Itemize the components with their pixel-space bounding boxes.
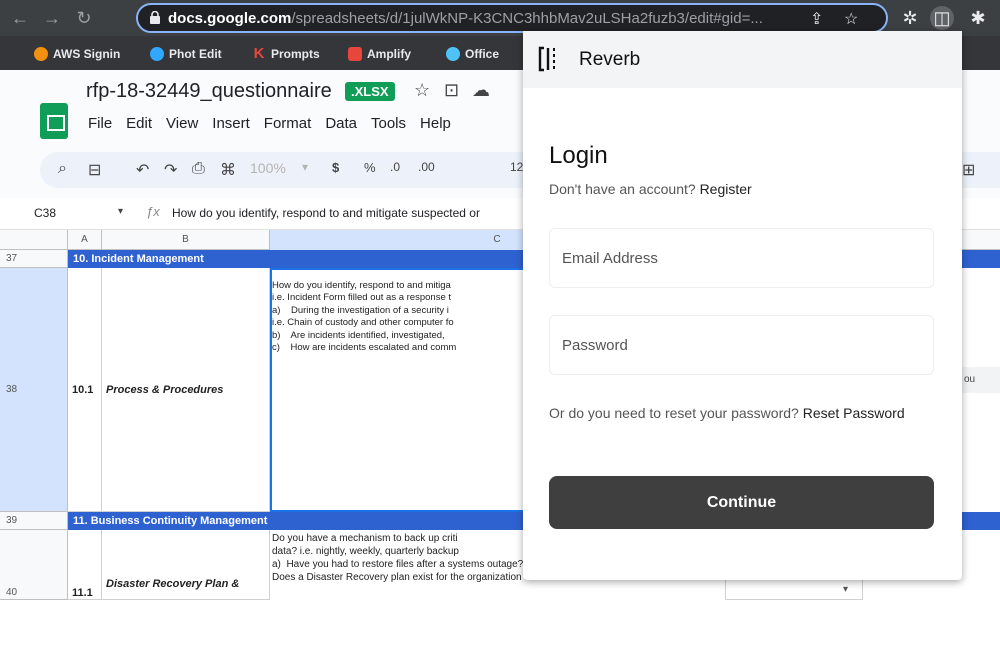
- popup-header: Reverb: [523, 31, 962, 88]
- app-name: Reverb: [579, 49, 641, 70]
- share-icon[interactable]: ⇪: [810, 9, 823, 29]
- amplify-icon: [348, 47, 362, 61]
- star-icon[interactable]: ☆: [414, 80, 430, 101]
- file-format-badge: .XLSX: [345, 82, 395, 101]
- lock-icon: [150, 11, 160, 24]
- menu-format[interactable]: Format: [264, 115, 312, 132]
- search-icon[interactable]: ⌕: [58, 160, 67, 178]
- bookmark-label: Phot Edit: [169, 47, 222, 61]
- font-size-select[interactable]: 12: [510, 160, 523, 174]
- menu-help[interactable]: Help: [420, 115, 451, 132]
- cell-label[interactable]: Disaster Recovery Plan &: [102, 530, 270, 600]
- aws-icon: [34, 47, 48, 61]
- print-icon[interactable]: ⎙: [192, 160, 205, 178]
- name-box[interactable]: C38: [34, 206, 56, 220]
- undo-icon[interactable]: ↶: [136, 160, 149, 180]
- cloud-status-icon: ☁: [472, 80, 490, 100]
- document-title[interactable]: rfp-18-32449_questionnaire: [86, 80, 332, 103]
- borders-icon[interactable]: ⊞: [962, 160, 975, 180]
- menu-tools[interactable]: Tools: [371, 115, 406, 132]
- paint-format-icon[interactable]: ⌘: [220, 160, 236, 180]
- decrease-decimal-button[interactable]: .0: [390, 160, 400, 174]
- reset-password-link[interactable]: Reset Password: [803, 405, 905, 421]
- register-prompt: Don't have an account? Register: [549, 181, 752, 197]
- row-number[interactable]: 37: [0, 250, 68, 268]
- row-number[interactable]: 38: [0, 268, 68, 512]
- move-folder-icon[interactable]: ⊡: [444, 80, 459, 101]
- password-field[interactable]: [549, 315, 934, 375]
- bookmark-label: Amplify: [367, 47, 412, 61]
- increase-decimal-button[interactable]: .00: [418, 160, 435, 174]
- menu-view[interactable]: View: [166, 115, 198, 132]
- redo-icon[interactable]: ↷: [164, 160, 177, 180]
- zoom-select[interactable]: 100%: [250, 160, 286, 176]
- menu-file[interactable]: File: [88, 115, 112, 132]
- reverb-logo-icon: [538, 46, 555, 72]
- cell-label[interactable]: Process & Procedures: [102, 268, 270, 512]
- column-header-b[interactable]: B: [102, 230, 270, 250]
- chevron-down-icon[interactable]: ▾: [302, 160, 308, 174]
- reset-prompt: Or do you need to reset your password? R…: [549, 401, 929, 425]
- bookmark-amplify[interactable]: Amplify: [348, 45, 411, 63]
- reset-prompt-text: Or do you need to reset your password?: [549, 405, 799, 421]
- k-icon: K: [253, 45, 265, 62]
- bookmark-office[interactable]: Office: [446, 45, 499, 63]
- chevron-down-icon[interactable]: ▾: [843, 584, 848, 595]
- email-input[interactable]: [550, 229, 933, 287]
- row-number[interactable]: 40: [0, 530, 68, 600]
- photo-icon: [150, 47, 164, 61]
- bookmark-phot-edit[interactable]: Phot Edit: [150, 45, 222, 63]
- forward-icon[interactable]: →: [40, 6, 64, 30]
- filter-icon[interactable]: ⊟: [88, 160, 101, 180]
- extension-icon[interactable]: ✲: [898, 6, 922, 30]
- no-account-text: Don't have an account?: [549, 181, 696, 197]
- bookmark-prompts[interactable]: K Prompts: [252, 45, 320, 63]
- back-icon[interactable]: ←: [8, 6, 32, 30]
- continue-button[interactable]: Continue: [549, 476, 934, 529]
- row-number[interactable]: 39: [0, 512, 68, 530]
- menu-edit[interactable]: Edit: [126, 115, 152, 132]
- fx-icon: ƒx: [146, 204, 160, 219]
- currency-button[interactable]: $: [332, 160, 339, 175]
- password-input[interactable]: [550, 316, 933, 374]
- email-field[interactable]: [549, 228, 934, 288]
- address-bar[interactable]: docs.google.com/spreadsheets/d/1julWkNP-…: [136, 3, 888, 33]
- cell-id[interactable]: 10.1: [68, 268, 102, 512]
- cell-fragment: ou: [962, 367, 1000, 393]
- bookmark-label: Prompts: [271, 47, 320, 61]
- puzzle-icon[interactable]: ✱: [966, 6, 990, 30]
- menu-bar: File Edit View Insert Format Data Tools …: [88, 115, 451, 132]
- bookmark-star-icon[interactable]: ☆: [844, 9, 858, 29]
- register-link[interactable]: Register: [700, 181, 752, 197]
- office-icon: [446, 47, 460, 61]
- url-text: docs.google.com/spreadsheets/d/1julWkNP-…: [168, 10, 763, 27]
- formula-input[interactable]: How do you identify, respond to and miti…: [172, 206, 480, 220]
- menu-data[interactable]: Data: [325, 115, 357, 132]
- bookmark-aws-signin[interactable]: AWS Signin: [34, 45, 120, 63]
- percent-button[interactable]: %: [364, 160, 376, 175]
- cell-question-text: How do you identify, respond to and miti…: [272, 280, 457, 354]
- reverb-popup: Reverb Login Don't have an account? Regi…: [523, 31, 962, 580]
- reload-icon[interactable]: ↻: [72, 6, 96, 30]
- sheets-logo-icon[interactable]: [40, 103, 68, 139]
- select-all-corner[interactable]: [0, 230, 68, 250]
- cell-id[interactable]: 11.1: [68, 530, 102, 600]
- column-header-a[interactable]: A: [68, 230, 102, 250]
- menu-insert[interactable]: Insert: [212, 115, 250, 132]
- bookmark-label: Office: [465, 47, 500, 61]
- reverb-extension-icon[interactable]: ◫: [930, 6, 954, 30]
- login-title: Login: [549, 142, 608, 169]
- bookmark-label: AWS Signin: [53, 47, 121, 61]
- chevron-down-icon[interactable]: ▾: [118, 206, 123, 217]
